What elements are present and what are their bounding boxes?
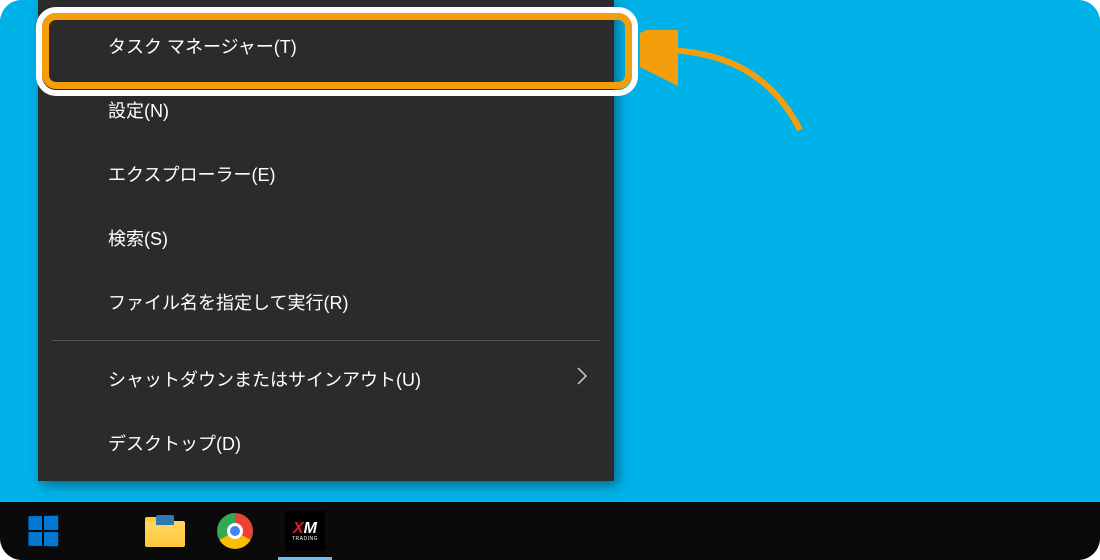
chevron-right-icon bbox=[576, 366, 588, 392]
menu-item-label: ファイル名を指定して実行(R) bbox=[108, 289, 348, 315]
taskbar-item-chrome[interactable] bbox=[200, 502, 270, 560]
file-explorer-icon bbox=[145, 515, 185, 547]
winx-context-menu: タスク マネージャー(T) 設定(N) エクスプローラー(E) 検索(S) ファ… bbox=[38, 0, 614, 481]
taskbar-pinned-apps: XM TRADING bbox=[130, 502, 340, 560]
start-button[interactable] bbox=[10, 502, 75, 560]
menu-item-explorer[interactable]: エクスプローラー(E) bbox=[38, 142, 614, 206]
menu-item-label: タスク マネージャー(T) bbox=[108, 33, 297, 59]
screenshot-root: タスク マネージャー(T) 設定(N) エクスプローラー(E) 検索(S) ファ… bbox=[0, 0, 1100, 560]
chrome-icon bbox=[217, 513, 253, 549]
menu-item-shutdown[interactable]: シャットダウンまたはサインアウト(U) bbox=[38, 347, 614, 411]
menu-item-search[interactable]: 検索(S) bbox=[38, 206, 614, 270]
menu-item-label: 検索(S) bbox=[108, 225, 168, 251]
taskbar: XM TRADING bbox=[0, 502, 1100, 560]
menu-item-task-manager[interactable]: タスク マネージャー(T) bbox=[38, 14, 614, 78]
menu-item-run[interactable]: ファイル名を指定して実行(R) bbox=[38, 270, 614, 334]
menu-item-label: エクスプローラー(E) bbox=[108, 161, 275, 187]
menu-item-desktop[interactable]: デスクトップ(D) bbox=[38, 411, 614, 475]
windows-logo-icon bbox=[28, 516, 58, 547]
taskbar-item-xm-trading[interactable]: XM TRADING bbox=[270, 502, 340, 560]
menu-item-label: デスクトップ(D) bbox=[108, 430, 241, 456]
xm-trading-icon: XM TRADING bbox=[285, 511, 325, 551]
taskbar-item-file-explorer[interactable] bbox=[130, 502, 200, 560]
menu-item-settings[interactable]: 設定(N) bbox=[38, 78, 614, 142]
menu-separator bbox=[52, 340, 600, 341]
menu-item-label: シャットダウンまたはサインアウト(U) bbox=[108, 366, 421, 392]
menu-item-label: 設定(N) bbox=[108, 97, 169, 123]
